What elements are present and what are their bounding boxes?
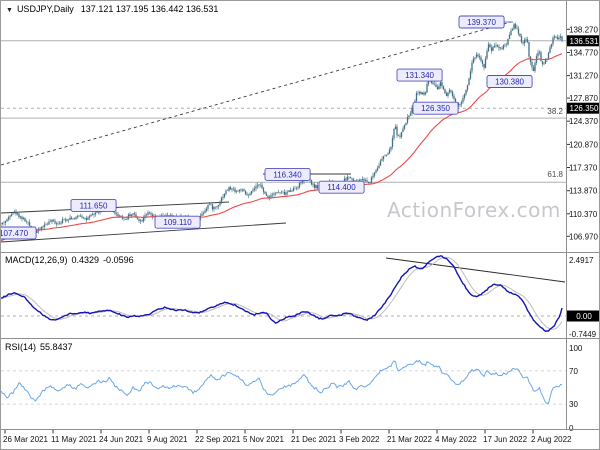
date-axis-label: 9 Aug 2021: [147, 435, 188, 444]
date-axis-label: 5 Nov 2021: [243, 435, 284, 444]
date-axis-label: 3 Feb 2022: [339, 435, 380, 444]
price-swing-label[interactable]: 130.380: [487, 76, 532, 88]
chart-canvas[interactable]: 139.370 131.340 130.380 126.350 116.340 114.4…: [1, 1, 600, 450]
price-swing-label[interactable]: 116.340: [265, 168, 310, 180]
date-axis-label: 4 May 2022: [435, 435, 477, 444]
label-text: 131.340: [405, 71, 434, 80]
date-axis[interactable]: 26 Mar 202111 May 202124 Jun 20219 Aug 2…: [3, 430, 572, 444]
price-swing-label[interactable]: 131.340: [397, 69, 442, 81]
price-axis[interactable]: 138.270 134.770 131.270 127.870 124.370 120.8…: [566, 25, 600, 433]
symbol-dropdown-icon[interactable]: ▼: [6, 7, 13, 14]
trendline-solid[interactable]: [1, 223, 286, 242]
price-axis-tick-label: 120.870: [569, 140, 598, 149]
price-tag-text: 136.531: [570, 37, 599, 46]
price-tag-text: 126.350: [570, 104, 599, 113]
label-text: 114.400: [327, 183, 356, 192]
macd-axis-label: 2.4917: [569, 256, 594, 265]
rsi-axis-label: 0: [569, 424, 574, 433]
trendline-dashed[interactable]: [1, 22, 511, 165]
price-axis-tick-label: 124.370: [569, 117, 598, 126]
label-text: 130.380: [495, 78, 524, 87]
date-axis-label: 26 Mar 2021: [3, 435, 48, 444]
label-text: 139.370: [467, 18, 496, 27]
date-axis-label: 24 Jun 2021: [99, 435, 144, 444]
price-swing-label[interactable]: 107.470: [1, 227, 36, 239]
label-text: 111.650: [80, 201, 108, 210]
price-swing-label[interactable]: 109.110: [155, 216, 200, 228]
price-axis-tick-label: 134.770: [569, 49, 598, 58]
price-swing-label[interactable]: 114.400: [319, 181, 364, 193]
macd-trendline[interactable]: [386, 258, 565, 282]
rsi-axis-label: 30: [569, 400, 578, 409]
price-axis-tick-label: 138.270: [569, 25, 598, 34]
price-axis-tick-label: 131.270: [569, 72, 598, 81]
price-swing-label[interactable]: 111.650: [71, 199, 116, 211]
price-axis-tick-label: 127.870: [569, 94, 598, 103]
price-axis-tick-label: 110.370: [569, 210, 598, 219]
date-axis-label: 2 Aug 2022: [531, 435, 572, 444]
rsi-panel: [1, 361, 566, 405]
label-text: 109.110: [163, 218, 192, 227]
macd-zero-tag-text: 0.00: [576, 312, 592, 321]
label-text: 116.340: [273, 170, 302, 179]
macd-axis-label: -0.7449: [569, 330, 597, 339]
macd-panel: [1, 256, 566, 331]
macd-signal-line: [1, 257, 562, 329]
date-axis-label: 11 May 2021: [51, 435, 97, 444]
ma-line: [1, 54, 562, 241]
price-axis-tick-label: 106.970: [569, 232, 598, 241]
date-axis-label: 17 Jun 2022: [483, 435, 528, 444]
date-axis-label: 21 Mar 2022: [387, 435, 432, 444]
rsi-axis-label: 70: [569, 367, 578, 376]
label-text: 107.470: [1, 229, 29, 238]
price-axis-tick-label: 113.870: [569, 187, 598, 196]
price-swing-label[interactable]: 139.370: [459, 16, 513, 28]
price-swing-label[interactable]: 126.350: [413, 102, 458, 114]
rsi-line: [1, 361, 562, 404]
label-text: 126.350: [421, 104, 450, 113]
date-axis-label: 21 Dec 2021: [291, 435, 337, 444]
date-axis-label: 22 Sep 2021: [195, 435, 241, 444]
rsi-axis-label: 100: [569, 344, 583, 353]
chart-window: ActionForex.com 139.370131.340130.380126…: [0, 0, 600, 450]
price-axis-tick-label: 117.370: [569, 164, 598, 173]
